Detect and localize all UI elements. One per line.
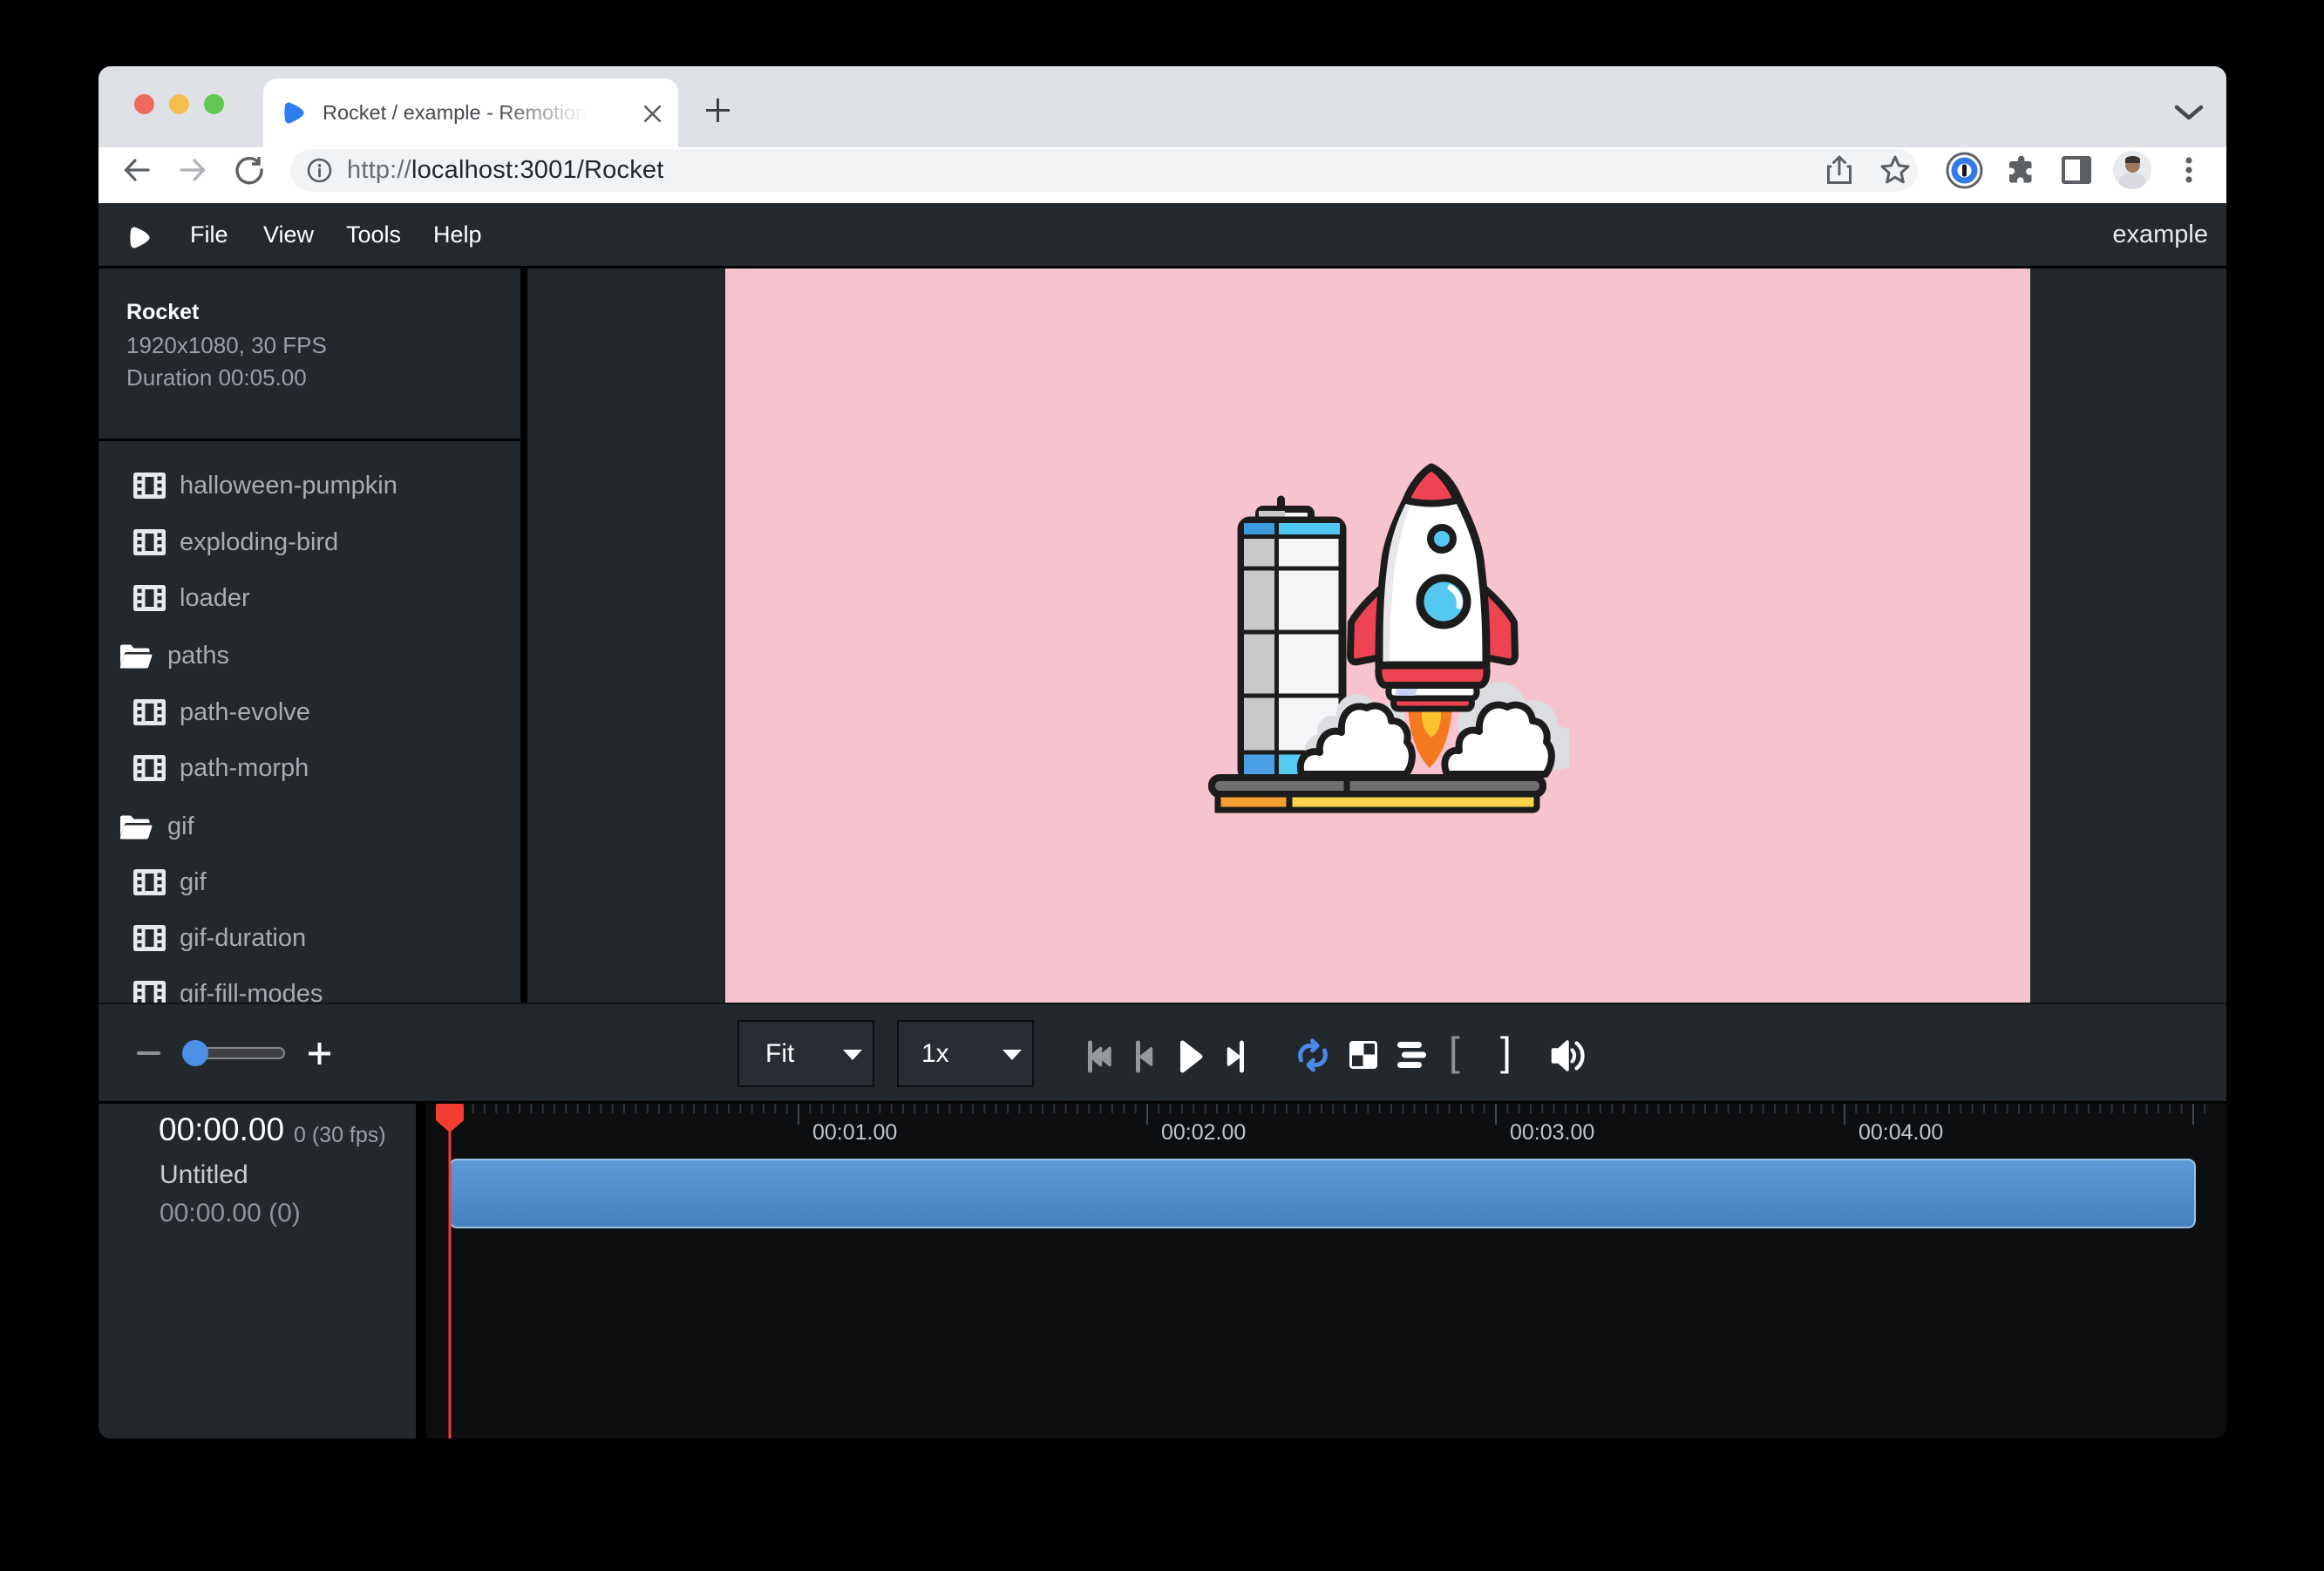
svg-text:00:02.00: 00:02.00 <box>1161 1120 1246 1145</box>
svg-text:00:04.00: 00:04.00 <box>1859 1120 1943 1145</box>
svg-text:00:01.00: 00:01.00 <box>812 1120 897 1145</box>
svg-text:00:03.00: 00:03.00 <box>1510 1120 1594 1145</box>
